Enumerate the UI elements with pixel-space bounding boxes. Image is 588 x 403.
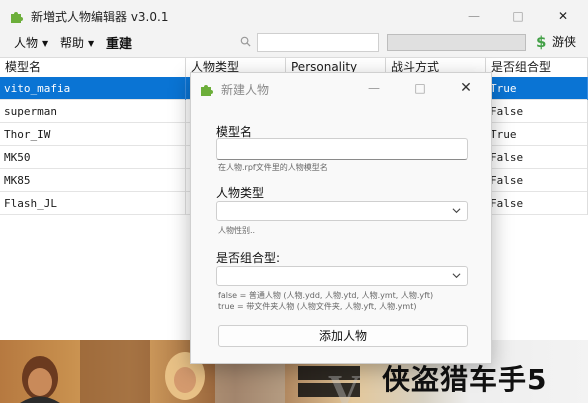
gamersky-button[interactable]: $ 游侠 <box>536 33 576 53</box>
character-type-select[interactable] <box>216 201 468 221</box>
dialog-maximize-button[interactable]: □ <box>397 73 443 103</box>
character-type-hint: 人物性别.. <box>218 226 256 235</box>
toolbar: 人物 ▼ 帮助 ▼ 重建 $ 游侠 <box>0 32 588 55</box>
cell-model: superman <box>0 100 186 123</box>
dialog-puzzle-icon <box>201 85 213 96</box>
dialog-close-button[interactable]: ✕ <box>443 73 489 103</box>
dialog-title: 新建人物 <box>221 83 270 97</box>
cell-model: MK50 <box>0 146 186 169</box>
search-icon <box>240 36 251 47</box>
model-name-hint: 在人物.rpf文件里的人物模型名 <box>218 163 328 172</box>
cell-model: Thor_IW <box>0 123 186 146</box>
menu-people-label: 人物 <box>14 36 39 50</box>
cell-combo: False <box>486 169 588 192</box>
status-field <box>387 34 526 51</box>
app-puzzle-icon <box>11 12 23 23</box>
menu-help-label: 帮助 <box>60 36 85 50</box>
title-bar: 新増式人物编辑器 v3.0.1 — □ ✕ <box>0 0 588 32</box>
cell-combo: False <box>486 192 588 215</box>
svg-text:V: V <box>328 365 361 403</box>
dialog-title-bar: 新建人物 — □ ✕ <box>191 73 491 103</box>
cell-combo: False <box>486 146 588 169</box>
maximize-button[interactable]: □ <box>495 0 541 32</box>
add-character-button[interactable]: 添加人物 <box>218 325 468 347</box>
chevron-down-icon <box>452 273 461 279</box>
chevron-down-icon: ▼ <box>88 39 95 48</box>
dollar-icon: $ <box>536 33 547 51</box>
model-name-input[interactable] <box>216 138 468 160</box>
close-button[interactable]: ✕ <box>540 0 586 32</box>
menu-help[interactable]: 帮助 ▼ <box>60 34 94 51</box>
new-button[interactable]: 重建 <box>106 33 132 52</box>
gamersky-label: 游侠 <box>552 35 577 49</box>
minimize-button[interactable]: — <box>451 0 497 32</box>
chevron-down-icon <box>452 208 461 214</box>
search-input[interactable] <box>257 33 379 52</box>
cell-model: Flash_JL <box>0 192 186 215</box>
window-title: 新増式人物编辑器 v3.0.1 <box>31 10 169 24</box>
banner-title: 侠盗猎车手5 <box>382 363 548 396</box>
column-header-combo[interactable]: 是否组合型 <box>486 58 588 77</box>
dialog-minimize-button[interactable]: — <box>351 73 397 103</box>
column-header-model[interactable]: 模型名 <box>0 58 186 77</box>
combo-hint-false: false = 普通人物 (人物.ydd, 人物.ytd, 人物.ymt, 人物… <box>218 291 434 300</box>
chevron-down-icon: ▼ <box>42 39 49 48</box>
combo-hint-true: true = 带文件夹人物 (人物文件夹, 人物.yft, 人物.ymt) <box>218 302 417 311</box>
cell-combo: False <box>486 100 588 123</box>
new-character-dialog: 新建人物 — □ ✕ 模型名 在人物.rpf文件里的人物模型名 人物类型 人物性… <box>190 72 492 364</box>
cell-model: MK85 <box>0 169 186 192</box>
cell-combo: True <box>486 77 588 100</box>
combo-select[interactable] <box>216 266 468 286</box>
combo-label: 是否组合型: <box>216 251 281 265</box>
character-type-label: 人物类型 <box>216 186 265 200</box>
cell-combo: True <box>486 123 588 146</box>
cell-model: vito_mafia <box>0 77 186 100</box>
menu-people[interactable]: 人物 ▼ <box>14 34 48 51</box>
